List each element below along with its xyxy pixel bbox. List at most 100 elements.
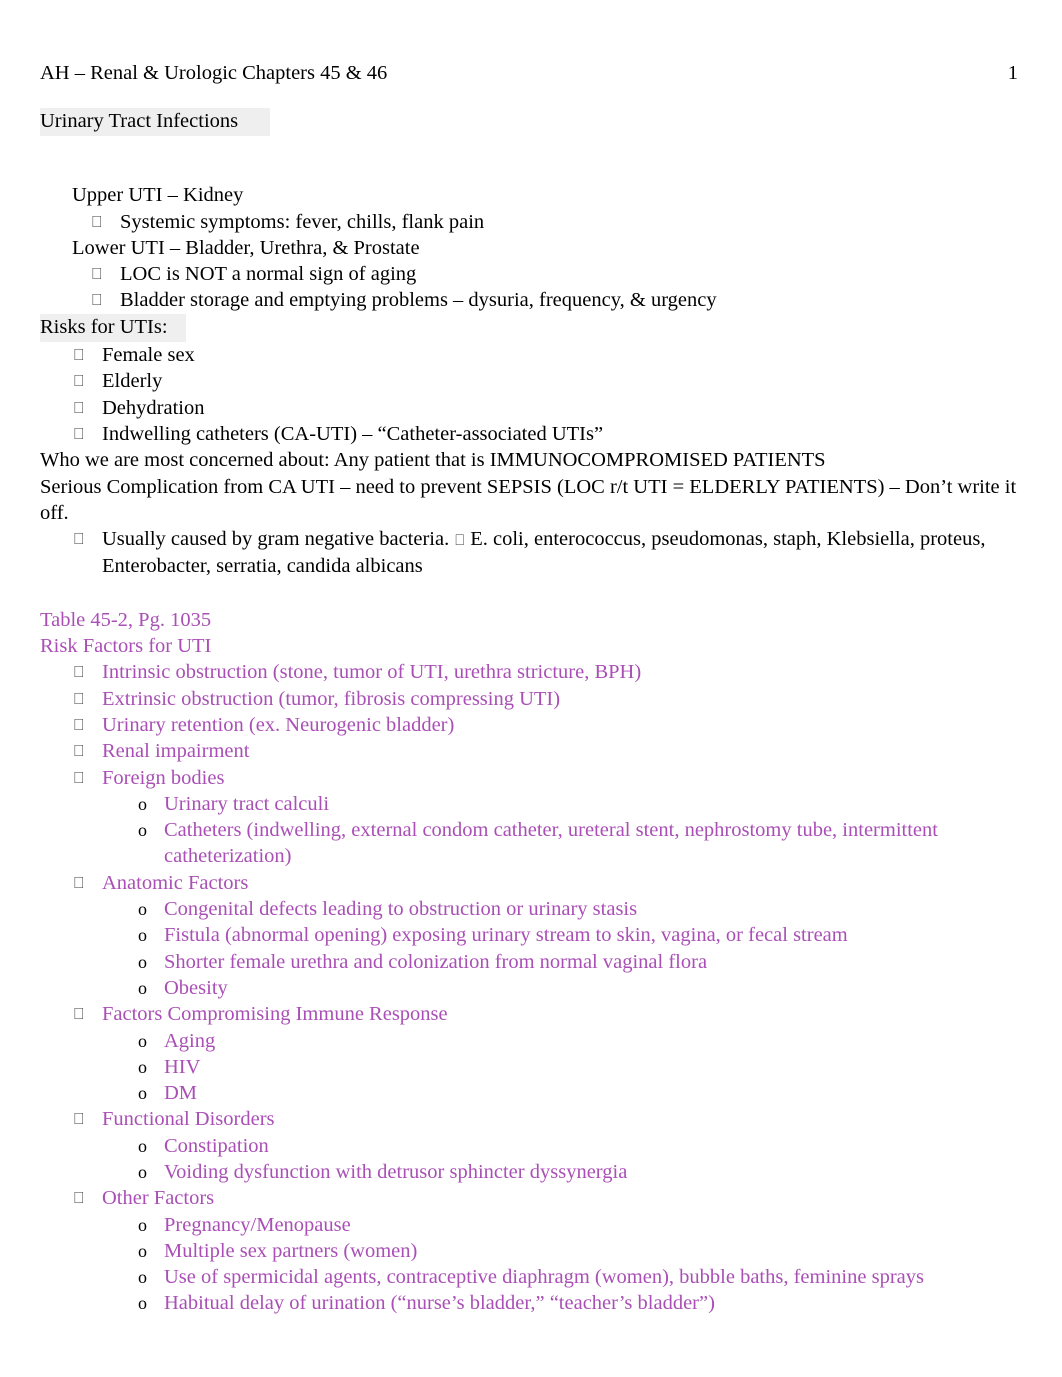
header-title: AH – Renal & Urologic Chapters 45 & 46 [40,62,388,84]
o-bullet-icon: o [138,925,147,946]
sub-list-item: o Multiple sex partners (women) [40,1238,1030,1264]
list-item: ⎕ Bladder storage and emptying problems … [40,287,1030,313]
o-bullet-icon: o [138,1083,147,1104]
lower-uti-heading: Lower UTI – Bladder, Urethra, & Prostate [72,236,420,259]
box-bullet-icon: ⎕ [74,714,84,734]
sub-list-item: o Urinary tract calculi [40,791,1030,817]
concern-line: Who we are most concerned about: Any pat… [40,449,826,472]
sub-list-item-label: Use of spermicidal agents, contraceptive… [164,1266,924,1289]
o-bullet-icon: o [138,1293,147,1314]
list-item: ⎕ LOC is NOT a normal sign of aging [40,261,1030,287]
list-item: ⎕ Other Factors [40,1185,1030,1211]
inline-box-glyph-icon: ⎕ [455,531,465,550]
o-bullet-icon: o [138,951,147,972]
sub-list-item: o Voiding dysfunction with detrusor sphin… [40,1159,1030,1185]
upper-uti-heading: Upper UTI – Kidney [72,184,244,207]
risks-heading: Risks for UTIs: [40,313,186,343]
o-bullet-icon: o [138,820,147,841]
list-item: ⎕ Foreign bodies [40,765,1030,791]
sub-list-item-label: Habitual delay of urination (“nurse’s bl… [164,1292,715,1315]
list-item-label: Foreign bodies [102,766,225,789]
sub-list-item: o DM [40,1080,1030,1106]
box-bullet-icon: ⎕ [74,1004,84,1024]
sub-list-item-label: Obesity [164,976,228,999]
list-item-label: Indwelling catheters (CA-UTI) – “Cathete… [102,422,604,445]
list-item: ⎕ Indwelling catheters (CA-UTI) – “Cathe… [40,421,1030,447]
list-item-label: Other Factors [102,1187,215,1210]
list-item-label: Usually caused by gram negative bacteria… [102,526,1030,580]
list-item: ⎕ Elderly [40,368,1030,394]
list-item-label: Factors Compromising Immune Response [102,1003,448,1026]
risk-factors-list: ⎕ Intrinsic obstruction (stone, tumor of … [40,659,1030,1316]
document-body: Urinary Tract Infections Upper UTI – Kid… [40,108,1030,1317]
box-bullet-icon: ⎕ [92,290,102,310]
o-bullet-icon: o [138,977,147,998]
sub-list-item-label: Constipation [164,1134,269,1157]
list-item-label: Renal impairment [102,740,250,763]
sepsis-line: Serious Complication from CA UTI – need … [40,475,1017,524]
document-page: AH – Renal & Urologic Chapters 45 & 46 1… [0,0,1062,1377]
purple-subtitle: Risk Factors for UTI [40,635,212,658]
page-number: 1 [1007,62,1018,84]
page-title: Urinary Tract Infections [40,108,271,137]
sub-list-item: o Habitual delay of urination (“nurse’s b… [40,1290,1030,1316]
list-item-label: Elderly [102,370,163,393]
list-item: ⎕ Usually caused by gram negative bacter… [40,526,1030,580]
list-item: ⎕ Intrinsic obstruction (stone, tumor of … [40,659,1030,685]
o-bullet-icon: o [138,1056,147,1077]
list-item-label: Female sex [102,344,195,367]
box-bullet-icon: ⎕ [92,211,102,231]
bacteria-text-part1: Usually caused by gram negative bacteria… [102,528,450,551]
sub-list-item: o Fistula (abnormal opening) exposing uri… [40,922,1030,948]
o-bullet-icon: o [138,1214,147,1235]
risks-heading-row: Risks for UTIs: [40,313,1030,343]
sub-list-item: o Aging [40,1028,1030,1054]
o-bullet-icon: o [138,1240,147,1261]
o-bullet-icon: o [138,899,147,920]
box-bullet-icon: ⎕ [74,1188,84,1208]
box-bullet-icon: ⎕ [74,1109,84,1129]
sub-list-item: o Pregnancy/Menopause [40,1212,1030,1238]
list-item: ⎕ Factors Compromising Immune Response [40,1001,1030,1027]
box-bullet-icon: ⎕ [74,767,84,787]
page-header: AH – Renal & Urologic Chapters 45 & 46 1 [40,60,1022,86]
box-bullet-icon: ⎕ [74,662,84,682]
box-bullet-icon: ⎕ [74,423,84,443]
box-bullet-icon: ⎕ [92,264,102,284]
sub-list-item-label: DM [164,1082,198,1105]
sub-list-item-label: Voiding dysfunction with detrusor sphinc… [164,1160,628,1183]
list-item: ⎕ Renal impairment [40,738,1030,764]
box-bullet-icon: ⎕ [74,345,84,365]
list-item-label: LOC is NOT a normal sign of aging [120,263,417,286]
sub-list-item-label: Congenital defects leading to obstructio… [164,898,638,921]
list-item: ⎕ Urinary retention (ex. Neurogenic bladd… [40,712,1030,738]
o-bullet-icon: o [138,1135,147,1156]
sub-list-item: o Obesity [40,975,1030,1001]
o-bullet-icon: o [138,793,147,814]
box-bullet-icon: ⎕ [74,872,84,892]
sub-list-item: o Shorter female urethra and colonization… [40,949,1030,975]
section-title-row: Urinary Tract Infections [40,108,1030,137]
list-item-label: Urinary retention (ex. Neurogenic bladde… [102,713,455,736]
sub-list-item-label: Urinary tract calculi [164,792,330,815]
list-item-label: Extrinsic obstruction (tumor, fibrosis c… [102,687,561,710]
table-reference: Table 45-2, Pg. 1035 [40,608,212,631]
sub-list-item-label: Shorter female urethra and colonization … [164,950,708,973]
sub-list-item: o Use of spermicidal agents, contraceptiv… [40,1264,1030,1290]
sub-list-item: o HIV [40,1054,1030,1080]
box-bullet-icon: ⎕ [74,529,84,549]
list-item: ⎕ Anatomic Factors [40,870,1030,896]
sub-list-item-label: Multiple sex partners (women) [164,1239,418,1262]
list-item: ⎕ Extrinsic obstruction (tumor, fibrosis … [40,686,1030,712]
o-bullet-icon: o [138,1030,147,1051]
sub-list-item-label: Fistula (abnormal opening) exposing urin… [164,924,848,947]
sub-list-item: o Congenital defects leading to obstructi… [40,896,1030,922]
list-item-label: Functional Disorders [102,1108,275,1131]
sub-list-item-label: Pregnancy/Menopause [164,1213,351,1236]
list-item: ⎕ Functional Disorders [40,1106,1030,1132]
list-item-label: Anatomic Factors [102,871,249,894]
list-item-label: Dehydration [102,396,205,419]
box-bullet-icon: ⎕ [74,741,84,761]
